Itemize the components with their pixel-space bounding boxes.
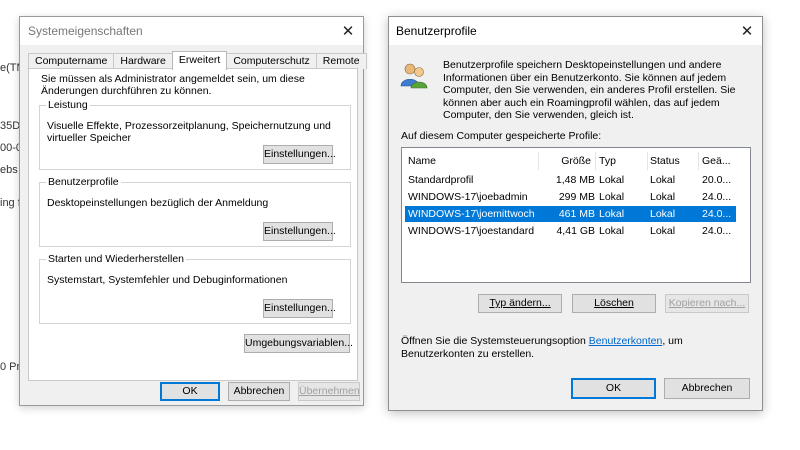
delete-label: Löschen [594,297,634,309]
cell-status: Lokal [650,208,676,220]
list-header: Name Größe Typ Status Geä... [402,152,750,170]
apply-label: Übernehmen [299,385,360,397]
close-icon[interactable]: ✕ [333,17,363,45]
group-description: Systemstart, Systemfehler und Debuginfor… [47,274,288,286]
column-header-type[interactable]: Typ [595,152,647,170]
cell-type: Lokal [599,225,625,237]
change-type-label: Typ ändern... [489,297,551,309]
group-legend: Leistung [46,99,90,111]
cell-modified: 24.0... [702,208,732,220]
column-header-status[interactable]: Status [646,152,698,170]
group-user-profiles: Benutzerprofile Desktopeinstellungen bez… [39,176,351,247]
user-accounts-link[interactable]: Benutzerkonten [589,335,663,347]
user-profiles-settings-button[interactable]: Einstellungen... [263,222,336,241]
intro-text: Benutzerprofile speichern Desktopeinstel… [443,59,736,121]
cell-modified: 24.0... [702,191,732,203]
tab-computername[interactable]: Computername [28,53,115,69]
copy-to-label: Kopieren nach... [668,297,746,309]
profiles-list[interactable]: Name Größe Typ Status Geä... Standardpro… [401,147,751,283]
system-properties-window: Systemeigenschaften ✕ Computername Hardw… [19,16,367,406]
cell-name: WINDOWS-17\joestandard [408,225,535,237]
table-row[interactable]: Standardprofil 1,48 MB Lokal Lokal 20.0.… [405,172,736,188]
window-title: Systemeigenschaften [28,24,143,38]
column-header-modified[interactable]: Geä... [698,152,736,170]
environment-variables-button[interactable]: Umgebungsvariablen... [244,334,353,353]
cancel-button[interactable]: Abbrechen [664,378,750,399]
cell-status: Lokal [650,174,676,186]
cancel-button[interactable]: Abbrechen [228,382,290,401]
group-legend: Benutzerprofile [46,176,121,188]
cell-size: 1,48 MB [555,174,595,186]
tab-strip: Computername Hardware Erweitert Computer… [28,51,367,70]
column-header-name[interactable]: Name [404,152,538,170]
tab-hardware[interactable]: Hardware [113,53,173,69]
cell-size: 4,41 GB [556,225,595,237]
cell-size: 299 MB [558,191,595,203]
open-accounts-note: Öffnen Sie die Systemsteuerungsoption Be… [401,335,701,361]
group-performance: Leistung Visuelle Effekte, Prozessorzeit… [39,99,351,170]
table-row-selected[interactable]: WINDOWS-17\joemittwoch 461 MB Lokal Loka… [405,206,736,222]
users-icon [400,63,428,89]
startup-settings-button[interactable]: Einstellungen... [263,299,336,318]
group-startup-recovery: Starten und Wiederherstellen Systemstart… [39,253,351,324]
tab-computerschutz[interactable]: Computerschutz [226,53,317,69]
cell-status: Lokal [650,225,676,237]
cell-type: Lokal [599,174,625,186]
cell-modified: 24.0... [702,225,732,237]
profiles-list-label: Auf diesem Computer gespeicherte Profile… [401,130,602,142]
bg-text-fragment: 35D [0,120,21,132]
group-description: Desktopeinstellungen bezüglich der Anmel… [47,197,269,209]
table-row[interactable]: WINDOWS-17\joestandard 4,41 GB Lokal Lok… [405,223,736,239]
cell-status: Lokal [650,191,676,203]
tab-panel-erweitert: Sie müssen als Administrator angemeldet … [28,68,358,381]
cell-type: Lokal [599,208,625,220]
group-description: Visuelle Effekte, Prozessorzeitplanung, … [47,120,331,144]
tab-erweitert[interactable]: Erweitert [171,51,228,70]
tab-remote[interactable]: Remote [315,53,367,69]
copy-to-button[interactable]: Kopieren nach... [665,294,749,313]
window-title: Benutzerprofile [396,24,477,38]
title-bar: Benutzerprofile ✕ [389,17,762,45]
user-profiles-dialog: Benutzerprofile ✕ Benutzerprofile speich… [388,16,763,411]
cell-modified: 20.0... [702,174,732,186]
admin-note: Sie müssen als Administrator angemeldet … [41,73,305,97]
cell-size: 461 MB [558,208,595,220]
bg-text-fragment: ebs [0,164,18,176]
close-icon[interactable]: ✕ [732,17,762,45]
delete-button[interactable]: Löschen [572,294,656,313]
ok-button[interactable]: OK [571,378,656,399]
ok-button[interactable]: OK [160,382,220,401]
title-bar: Systemeigenschaften ✕ [20,17,363,45]
column-header-size[interactable]: Größe [539,152,595,170]
cell-type: Lokal [599,191,625,203]
change-type-button[interactable]: Typ ändern... [478,294,562,313]
table-row[interactable]: WINDOWS-17\joebadmin 299 MB Lokal Lokal … [405,189,736,205]
performance-settings-button[interactable]: Einstellungen... [263,145,336,164]
cell-name: Standardprofil [408,174,474,186]
bg-text-fragment: ing f [0,197,21,209]
cell-name: WINDOWS-17\joemittwoch [408,208,535,220]
note-prefix: Öffnen Sie die Systemsteuerungsoption [401,335,589,347]
group-legend: Starten und Wiederherstellen [46,253,186,265]
cell-name: WINDOWS-17\joebadmin [408,191,528,203]
apply-button[interactable]: Übernehmen [298,382,360,401]
